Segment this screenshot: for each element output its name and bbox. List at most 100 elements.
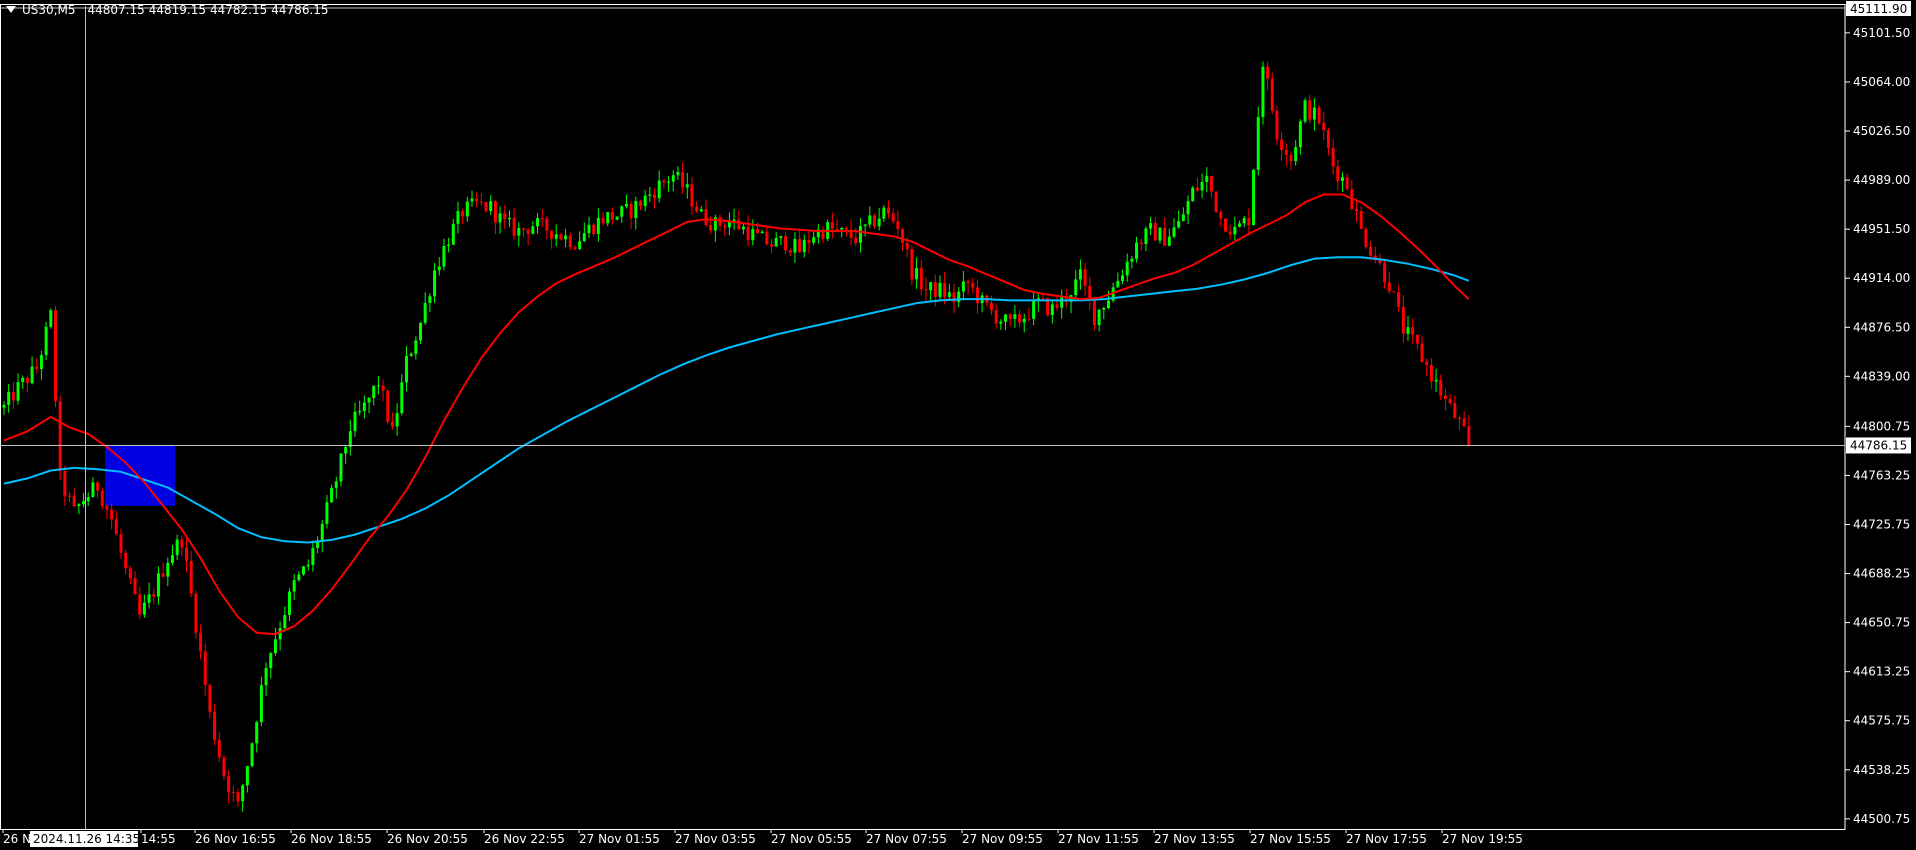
candle: [489, 195, 493, 215]
candle-body: [1060, 296, 1064, 308]
candle-body: [479, 201, 483, 203]
candle: [568, 232, 572, 251]
candle-body: [653, 194, 657, 199]
candle: [1383, 259, 1387, 289]
candle: [152, 587, 156, 605]
candle-body: [695, 206, 699, 212]
candle-body: [437, 266, 441, 271]
candle-body: [887, 207, 891, 214]
candle-body: [1340, 177, 1344, 182]
candle-body: [390, 421, 394, 427]
candle: [1350, 180, 1354, 211]
candle-body: [1172, 227, 1176, 237]
candle-body: [166, 562, 170, 577]
candle-body: [287, 591, 291, 616]
candle-body: [278, 628, 282, 640]
candle: [86, 492, 90, 507]
candle-body: [989, 302, 993, 311]
candle-body: [456, 211, 460, 224]
candle-body: [915, 267, 919, 280]
chart-area[interactable]: 45101.50 45064.00 45026.50 44989.00 44951.50…: [0, 0, 1916, 850]
candle-body: [259, 685, 263, 723]
candle-body: [2, 404, 6, 408]
candle-body: [68, 495, 72, 497]
candle: [1355, 201, 1359, 222]
candle-body: [1130, 258, 1134, 262]
x-tick-label: 27 Nov 17:55: [1346, 832, 1427, 846]
candle-body: [592, 224, 596, 234]
x-tick-label: 26 Nov 22:55: [484, 832, 565, 846]
candle-body: [156, 573, 160, 597]
candle-body: [1247, 218, 1251, 226]
ma-slow-line: [3, 256, 1470, 544]
candle: [180, 535, 184, 556]
candle-body: [1383, 263, 1387, 283]
candle: [1284, 143, 1288, 167]
candle: [1097, 309, 1101, 332]
candle-body: [1467, 426, 1471, 446]
candle: [273, 627, 277, 656]
candle-body: [133, 578, 137, 595]
candle: [1200, 173, 1204, 199]
candle: [316, 536, 320, 554]
candle: [1233, 216, 1237, 241]
candle: [1397, 284, 1401, 312]
candle: [975, 279, 979, 314]
candle-body: [231, 791, 235, 793]
y-tick-label: 45026.50: [1853, 124, 1910, 138]
candle: [830, 212, 834, 239]
candle: [1401, 295, 1405, 343]
candle-body: [1181, 214, 1185, 222]
candle: [1167, 228, 1171, 247]
candle: [344, 445, 348, 465]
candle: [1247, 208, 1251, 236]
candle-body: [1355, 209, 1359, 212]
candle: [493, 199, 497, 234]
chart-header: US30,M5 44807.15 44819.15 44782.15 44786.15: [6, 3, 333, 17]
candle-body: [381, 385, 385, 391]
candle-body: [1233, 226, 1237, 235]
candle: [217, 731, 221, 762]
current-price-tag: 44786.15: [1846, 437, 1911, 454]
candle-body: [1013, 314, 1017, 319]
candle: [68, 491, 72, 502]
candle: [1294, 140, 1298, 166]
price-chart[interactable]: 45101.50 45064.00 45026.50 44989.00 44951.50…: [0, 0, 1916, 850]
candle-body: [863, 224, 867, 226]
candle-body: [376, 385, 380, 387]
candle-body: [643, 195, 647, 206]
candle-body: [779, 236, 783, 239]
candle: [63, 465, 67, 506]
candle-body: [1280, 139, 1284, 151]
candle-body: [325, 502, 329, 524]
candle: [573, 244, 577, 251]
candle: [536, 212, 540, 234]
x-tick-label: 27 Nov 13:55: [1154, 832, 1235, 846]
candle-body: [596, 217, 600, 234]
candle: [7, 384, 11, 413]
candle: [325, 495, 329, 529]
candle-body: [1102, 308, 1106, 310]
candle-body: [461, 211, 465, 217]
y-tick-label: 44951.50: [1853, 222, 1910, 236]
candle-body: [344, 447, 348, 454]
candle-body: [404, 355, 408, 383]
candle: [957, 286, 961, 308]
candle: [1050, 300, 1054, 324]
candle-body: [877, 218, 881, 227]
candle-body: [447, 244, 451, 246]
candle-body: [44, 326, 48, 356]
candle: [175, 534, 179, 561]
ohlc-low: 44782.15: [210, 3, 268, 17]
candle: [400, 374, 404, 416]
triangle-down-icon[interactable]: [6, 6, 16, 13]
candle-body: [746, 226, 750, 241]
candle-body: [348, 431, 352, 448]
candle-body: [306, 564, 310, 567]
candle: [760, 229, 764, 234]
candle-body: [470, 198, 474, 202]
candle-body: [573, 247, 577, 250]
candle-body: [35, 366, 39, 370]
candle-body: [854, 237, 858, 243]
candle: [133, 571, 137, 595]
